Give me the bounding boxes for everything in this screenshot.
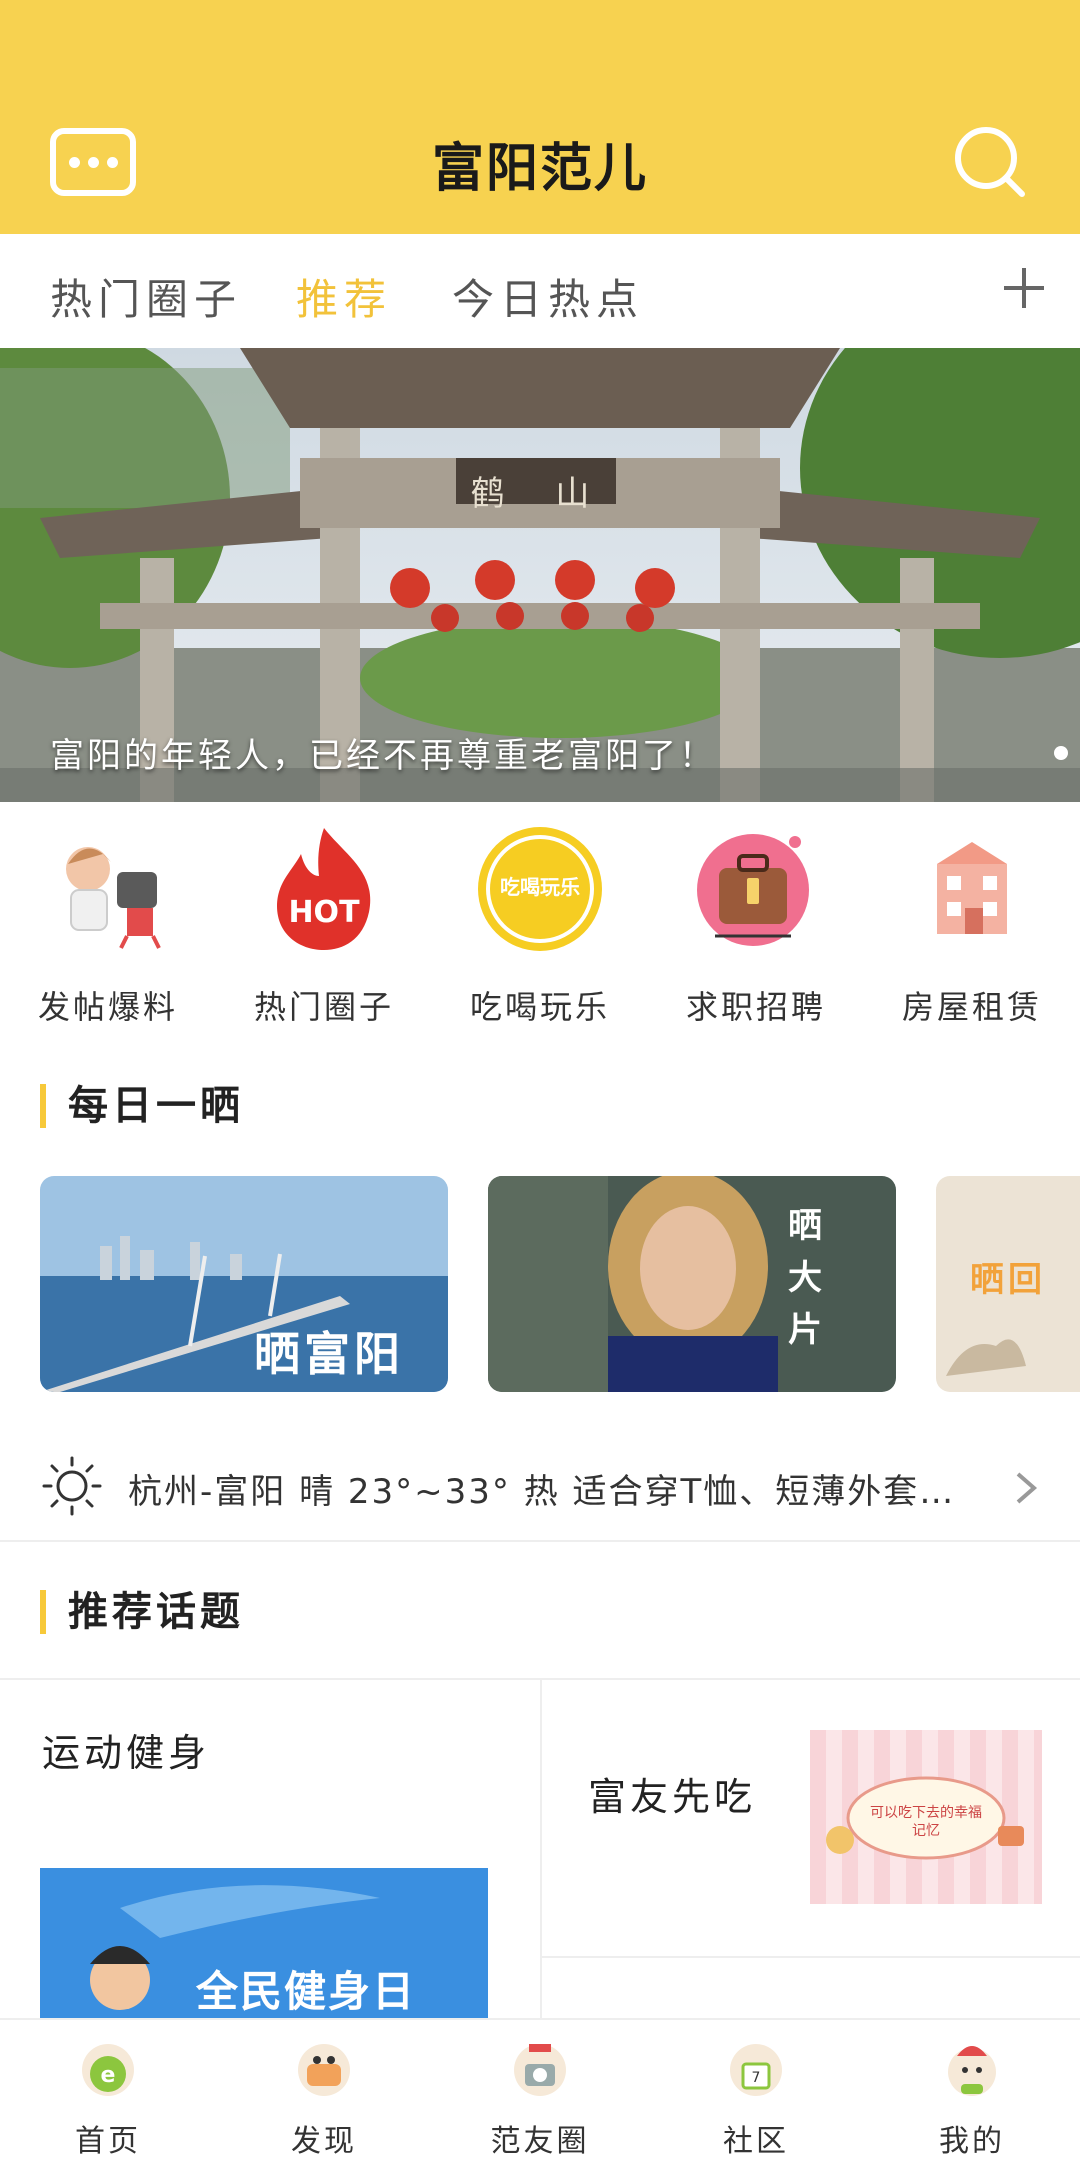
weather-bar[interactable]: 杭州-富阳 晴 23°~33° 热 适合穿T恤、短薄外套… — [0, 1430, 1080, 1542]
daily-card-text: 晒回 — [970, 1260, 1046, 1300]
topics-grid: 运动健身 全民健身日 富友先吃 可以吃下去的幸福记忆 — [0, 1678, 1080, 2020]
tab-hot-circles[interactable]: 热门圈子 — [50, 266, 242, 327]
topic-image-text: 全民健身日 — [196, 1967, 417, 2016]
tab-today-hot[interactable]: 今日热点 — [452, 266, 644, 327]
daily-card-text: 晒大片 — [788, 1206, 826, 1350]
quick-jobs[interactable]: 求职招聘 — [656, 802, 856, 1028]
briefcase-icon — [697, 834, 809, 946]
quick-food-fun[interactable]: 吃喝玩乐 吃喝玩乐 — [440, 802, 640, 1028]
page-title: 富阳范儿 — [431, 139, 648, 199]
weather-text: 杭州-富阳 晴 23°~33° 热 适合穿T恤、短薄外套… — [128, 1472, 956, 1512]
nav-label: 发现 — [291, 2124, 357, 2159]
hero-banner[interactable]: 鹤 山 富阳的年轻人，已经不再尊重老富阳了！ — [0, 348, 1080, 802]
topic-label: 运动健身 — [42, 1731, 211, 1775]
app-header: 富阳范儿 — [0, 0, 1080, 234]
nav-label: 社区 — [723, 2124, 789, 2159]
daily-section-title: 每日一晒 — [40, 1084, 244, 1128]
community-icon: 7 — [730, 2044, 782, 2096]
banner-caption: 富阳的年轻人，已经不再尊重老富阳了！ — [50, 736, 716, 776]
topics-section-title: 推荐话题 — [40, 1590, 244, 1634]
svg-text:e: e — [101, 2063, 116, 2088]
daily-card-blockbuster[interactable]: 晒大片 — [488, 1176, 896, 1392]
nav-home[interactable]: e 首页 — [28, 2034, 188, 2160]
nav-label: 我的 — [939, 2124, 1005, 2159]
quick-label: 房屋租赁 — [901, 988, 1042, 1026]
nav-discover[interactable]: 发现 — [244, 2034, 404, 2160]
friends-circle-icon — [514, 2044, 566, 2096]
hot-badge-text: HOT — [288, 895, 360, 930]
topic-food-first[interactable]: 富友先吃 可以吃下去的幸福记忆 — [542, 1680, 1080, 1958]
quick-label: 热门圈子 — [253, 988, 394, 1026]
daily-card-text: 晒富阳 — [254, 1327, 404, 1381]
quick-house-rental[interactable]: 房屋租赁 — [872, 802, 1072, 1028]
daily-card-recall[interactable]: 晒回 — [936, 1176, 1080, 1392]
plus-icon[interactable] — [1002, 266, 1046, 310]
svg-text:7: 7 — [752, 2070, 761, 2086]
house-icon — [937, 842, 1007, 934]
post-news-icon — [66, 847, 161, 949]
quick-label: 求职招聘 — [685, 988, 826, 1026]
topic-label: 富友先吃 — [588, 1775, 757, 1819]
food-fun-badge: 吃喝玩乐 — [500, 875, 580, 899]
nav-label: 首页 — [75, 2124, 141, 2159]
nav-friends-circle[interactable]: 范友圈 — [460, 2034, 620, 2160]
chevron-right-icon[interactable] — [1012, 1470, 1040, 1506]
sun-icon — [42, 1456, 102, 1516]
daily-card-fuyang[interactable]: 晒富阳 — [40, 1176, 448, 1392]
nav-profile[interactable]: 我的 — [892, 2034, 1052, 2160]
tab-recommend[interactable]: 推荐 — [296, 266, 392, 327]
quick-hot-circles[interactable]: HOT 热门圈子 — [224, 802, 424, 1028]
topic-image-text: 可以吃下去的幸福记忆 — [870, 1805, 982, 1839]
topic-food-image: 可以吃下去的幸福记忆 — [810, 1730, 1042, 1904]
quick-links: 发帖爆料 HOT 热门圈子 吃喝玩乐 吃喝玩乐 求职招聘 房屋租赁 — [0, 802, 1080, 1026]
discover-icon — [298, 2044, 350, 2096]
banner-sign: 鹤 山 — [470, 474, 610, 514]
topic-fitness[interactable]: 运动健身 全民健身日 — [0, 1680, 542, 2020]
carousel-indicator[interactable] — [1054, 746, 1068, 760]
daily-cards: 晒富阳 晒大片 晒回 — [0, 1176, 1080, 1392]
quick-label: 发帖爆料 — [37, 988, 178, 1026]
hot-icon: HOT — [277, 828, 371, 950]
topic-fitness-image: 全民健身日 — [40, 1868, 488, 2020]
bottom-nav: e 首页 发现 范友圈 7 社区 我的 — [0, 2018, 1080, 2162]
food-fun-icon: 吃喝玩乐 — [478, 827, 602, 951]
nav-community[interactable]: 7 社区 — [676, 2034, 836, 2160]
home-icon: e — [82, 2044, 134, 2096]
quick-post-news[interactable]: 发帖爆料 — [8, 802, 208, 1028]
nav-label: 范友圈 — [490, 2124, 590, 2159]
profile-icon — [948, 2046, 996, 2096]
category-tabs: 热门圈子 推荐 今日热点 — [0, 234, 1080, 348]
search-icon[interactable] — [952, 124, 1028, 200]
quick-label: 吃喝玩乐 — [469, 988, 610, 1026]
